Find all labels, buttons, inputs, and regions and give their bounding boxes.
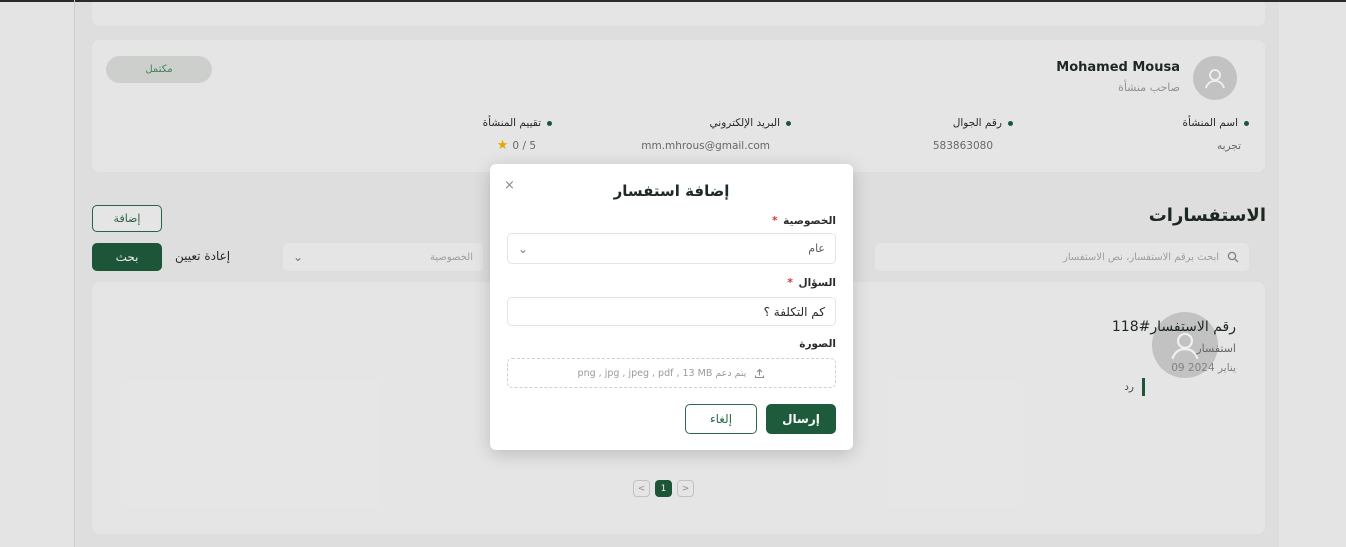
privacy-label: الخصوصية * [772,215,836,227]
cancel-button[interactable]: إلغاء [685,404,757,434]
upload-hint: يتم دعم png , jpg , jpeg , pdf , 13 MB [577,367,747,379]
image-upload-dropzone[interactable]: يتم دعم png , jpg , jpeg , pdf , 13 MB [507,358,836,388]
modal-title: إضافة استفسار [613,182,730,200]
question-label: السؤال * [787,277,836,289]
privacy-select[interactable]: عام ⌄ [507,233,836,264]
required-mark: * [772,215,778,227]
privacy-select-value: عام [808,242,825,255]
send-button[interactable]: إرسال [766,404,836,434]
upload-icon [755,368,765,378]
image-label: الصورة [799,338,836,350]
question-input[interactable]: كم التكلفة ؟ [507,297,836,326]
required-mark: * [787,277,793,289]
add-inquiry-modal: × إضافة استفسار الخصوصية * عام ⌄ السؤال … [490,164,853,450]
chevron-down-icon: ⌄ [518,241,529,256]
